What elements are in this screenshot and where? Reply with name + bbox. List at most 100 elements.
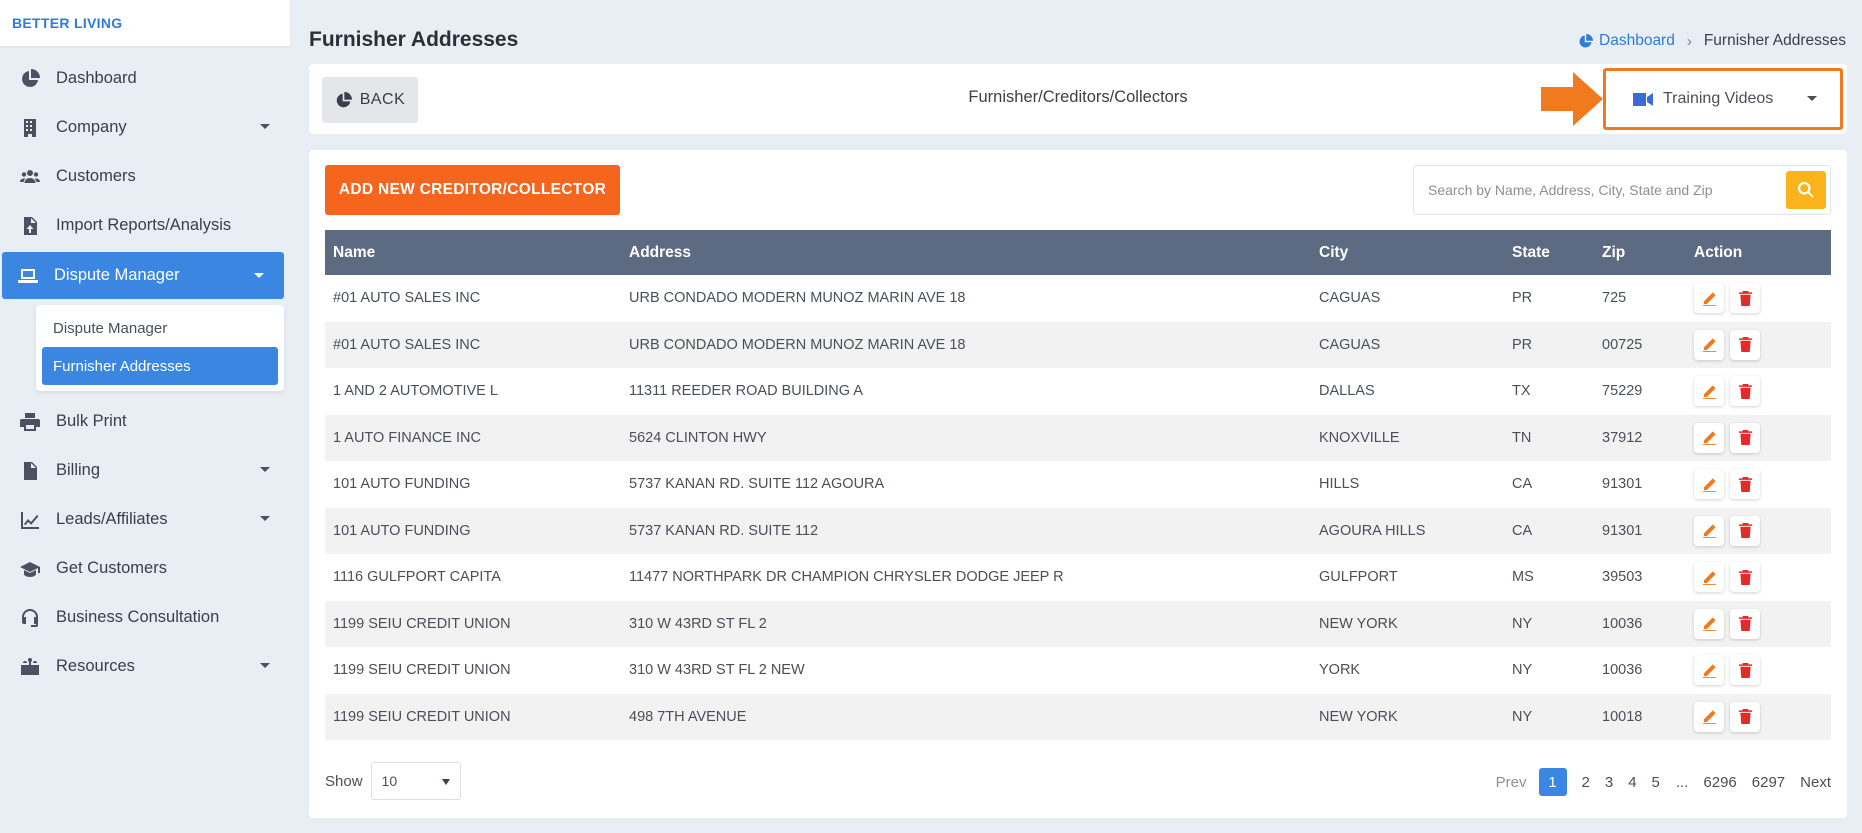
edit-button[interactable] bbox=[1694, 469, 1724, 500]
pagination-prev[interactable]: Prev bbox=[1496, 774, 1527, 791]
edit-button[interactable] bbox=[1694, 655, 1724, 686]
column-header-city[interactable]: City bbox=[1311, 230, 1504, 275]
delete-button[interactable] bbox=[1730, 515, 1760, 546]
cell-city: HILLS bbox=[1319, 476, 1360, 493]
submenu-item-dispute-manager[interactable]: Dispute Manager bbox=[42, 309, 278, 347]
cell-state: CA bbox=[1512, 476, 1533, 493]
cell-zip: 10036 bbox=[1602, 615, 1643, 632]
edit-button[interactable] bbox=[1694, 608, 1724, 639]
table-row: 1 AND 2 AUTOMOTIVE L 11311 REEDER ROAD B… bbox=[325, 368, 1831, 415]
pagination-next[interactable]: Next bbox=[1800, 774, 1831, 791]
pencil-icon bbox=[1702, 338, 1716, 353]
cell-name: 101 AUTO FUNDING bbox=[333, 476, 471, 493]
edit-button[interactable] bbox=[1694, 376, 1724, 407]
delete-button[interactable] bbox=[1730, 283, 1760, 314]
delete-button[interactable] bbox=[1730, 422, 1760, 453]
edit-button[interactable] bbox=[1694, 562, 1724, 593]
search-button[interactable] bbox=[1786, 171, 1826, 209]
column-header-name[interactable]: Name bbox=[325, 230, 621, 275]
delete-button[interactable] bbox=[1730, 562, 1760, 593]
column-header-zip[interactable]: Zip bbox=[1594, 230, 1686, 275]
cell-zip: 10036 bbox=[1602, 662, 1643, 679]
sidebar-item-resources[interactable]: Resources bbox=[0, 642, 290, 691]
sidebar-item-get-customers[interactable]: Get Customers bbox=[0, 544, 290, 593]
table-row: 101 AUTO FUNDING 5737 KANAN RD. SUITE 11… bbox=[325, 461, 1831, 508]
breadcrumb: Dashboard › Furnisher Addresses bbox=[1578, 32, 1846, 50]
trash-icon bbox=[1738, 383, 1752, 399]
edit-button[interactable] bbox=[1694, 329, 1724, 360]
edit-button[interactable] bbox=[1694, 701, 1724, 732]
cell-address: 11477 NORTHPARK DR CHAMPION CHRYSLER DOD… bbox=[629, 569, 1064, 586]
cell-address: 498 7TH AVENUE bbox=[629, 708, 747, 725]
cell-state: NY bbox=[1512, 708, 1533, 725]
delete-button[interactable] bbox=[1730, 655, 1760, 686]
cell-action bbox=[1686, 322, 1831, 369]
pagination-page[interactable]: 6297 bbox=[1752, 774, 1785, 791]
add-creditor-button[interactable]: ADD NEW CREDITOR/COLLECTOR bbox=[325, 165, 620, 215]
cell-zip: 91301 bbox=[1602, 476, 1643, 493]
chevron-down-icon bbox=[260, 467, 270, 472]
sidebar-item-company[interactable]: Company bbox=[0, 103, 290, 152]
sidebar-item-dispute-manager[interactable]: Dispute Manager bbox=[2, 252, 284, 299]
video-camera-icon bbox=[1633, 92, 1653, 106]
delete-button[interactable] bbox=[1730, 701, 1760, 732]
sidebar-item-label: Bulk Print bbox=[56, 412, 127, 430]
pagination-page[interactable]: 6296 bbox=[1703, 774, 1736, 791]
cell-zip: 75229 bbox=[1602, 383, 1643, 400]
delete-button[interactable] bbox=[1730, 608, 1760, 639]
pie-chart-icon bbox=[1579, 33, 1594, 47]
pagination-page[interactable]: 5 bbox=[1652, 774, 1660, 791]
pencil-icon bbox=[1702, 431, 1716, 446]
search-input[interactable] bbox=[1428, 178, 1768, 202]
cell-action bbox=[1686, 647, 1831, 694]
pagination-page[interactable]: 3 bbox=[1605, 774, 1613, 791]
pagination-page[interactable]: 4 bbox=[1628, 774, 1636, 791]
sidebar-item-leads-affiliates[interactable]: Leads/Affiliates bbox=[0, 495, 290, 544]
table-row: 1199 SEIU CREDIT UNION 498 7TH AVENUE NE… bbox=[325, 693, 1831, 740]
cell-action bbox=[1686, 508, 1831, 555]
sidebar-item-billing[interactable]: Billing bbox=[0, 446, 290, 495]
column-header-state[interactable]: State bbox=[1504, 230, 1594, 275]
brand-logo[interactable]: BETTER LIVING bbox=[0, 0, 290, 46]
column-header-address[interactable]: Address bbox=[621, 230, 1311, 275]
delete-button[interactable] bbox=[1730, 469, 1760, 500]
sidebar: BETTER LIVING Dashboard Company Customer… bbox=[0, 0, 290, 833]
cell-name: 1199 SEIU CREDIT UNION bbox=[333, 662, 511, 679]
edit-button[interactable] bbox=[1694, 515, 1724, 546]
pagination-page[interactable]: 2 bbox=[1582, 774, 1590, 791]
sidebar-item-business-consultation[interactable]: Business Consultation bbox=[0, 593, 290, 642]
cell-address: URB CONDADO MODERN MUNOZ MARIN AVE 18 bbox=[629, 290, 966, 307]
cell-zip: 10018 bbox=[1602, 708, 1643, 725]
cell-city: CAGUAS bbox=[1319, 336, 1381, 353]
breadcrumb-dashboard-link[interactable]: Dashboard bbox=[1578, 32, 1675, 50]
chevron-right-icon: › bbox=[1686, 32, 1692, 50]
cell-address: 5737 KANAN RD. SUITE 112 bbox=[629, 522, 819, 539]
sidebar-item-bulk-print[interactable]: Bulk Print bbox=[0, 397, 290, 446]
cell-name: 1199 SEIU CREDIT UNION bbox=[333, 615, 511, 632]
table-header-row: Name Address City State Zip Action bbox=[325, 230, 1831, 275]
cell-state: TN bbox=[1512, 429, 1532, 446]
cell-name: #01 AUTO SALES INC bbox=[333, 290, 481, 307]
trash-icon bbox=[1738, 430, 1752, 446]
chevron-down-icon bbox=[260, 663, 270, 668]
chevron-down-icon bbox=[441, 779, 450, 785]
furnisher-table: Name Address City State Zip Action #01 A… bbox=[325, 230, 1831, 740]
cell-city: CAGUAS bbox=[1319, 290, 1381, 307]
delete-button[interactable] bbox=[1730, 329, 1760, 360]
sidebar-item-label: Dashboard bbox=[56, 69, 137, 87]
edit-button[interactable] bbox=[1694, 283, 1724, 314]
page-size-select[interactable]: 10 bbox=[370, 762, 461, 800]
sidebar-item-dashboard[interactable]: Dashboard bbox=[0, 54, 290, 103]
pagination-page-current[interactable]: 1 bbox=[1538, 768, 1567, 796]
sidebar-item-label: Leads/Affiliates bbox=[56, 510, 168, 528]
training-videos-dropdown[interactable]: Training Videos bbox=[1615, 78, 1831, 120]
column-header-action: Action bbox=[1694, 243, 1743, 261]
edit-button[interactable] bbox=[1694, 422, 1724, 453]
delete-button[interactable] bbox=[1730, 376, 1760, 407]
submenu-item-furnisher-addresses[interactable]: Furnisher Addresses bbox=[42, 347, 278, 385]
cell-city: DALLAS bbox=[1319, 383, 1375, 400]
sidebar-item-import-reports[interactable]: Import Reports/Analysis bbox=[0, 201, 290, 250]
sidebar-item-customers[interactable]: Customers bbox=[0, 152, 290, 201]
submenu-panel: Dispute Manager Furnisher Addresses bbox=[36, 305, 284, 391]
line-chart-icon bbox=[18, 508, 42, 532]
